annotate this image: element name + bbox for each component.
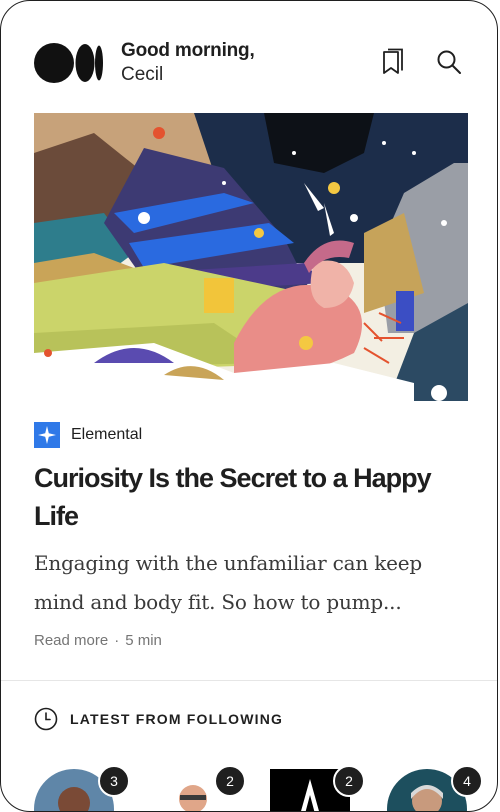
search-button[interactable] bbox=[434, 47, 464, 77]
header: Good morning, Cecil bbox=[34, 39, 468, 87]
medium-logo-icon[interactable] bbox=[34, 43, 104, 83]
phone-frame: Good morning, Cecil Elemental Curiosity … bbox=[0, 0, 498, 812]
article-hero-image[interactable] bbox=[34, 113, 468, 401]
following-avatars: 3 2 2 4 bbox=[1, 761, 497, 811]
search-icon bbox=[437, 50, 461, 74]
section-header: LATEST FROM FOLLOWING bbox=[34, 707, 283, 731]
following-avatar-4[interactable]: 4 bbox=[387, 765, 483, 811]
publication[interactable]: Elemental bbox=[34, 422, 142, 448]
section-label: LATEST FROM FOLLOWING bbox=[70, 711, 284, 727]
following-avatar-2[interactable]: 2 bbox=[153, 765, 246, 811]
read-more-link[interactable]: Read more bbox=[34, 632, 108, 649]
read-time: 5 min bbox=[125, 632, 162, 649]
elemental-logo-icon bbox=[34, 422, 60, 448]
meta-separator: · bbox=[114, 632, 120, 649]
article-title[interactable]: Curiosity Is the Secret to a Happy Life bbox=[34, 459, 454, 535]
unread-count-badge: 3 bbox=[98, 765, 130, 797]
greeting-line: Good morning, bbox=[121, 40, 255, 61]
unread-count-badge: 2 bbox=[214, 765, 246, 797]
article-meta: Read more · 5 min bbox=[34, 632, 162, 649]
greeting-name: Cecil bbox=[121, 64, 164, 85]
divider bbox=[1, 680, 497, 681]
bookmark-icon bbox=[383, 48, 403, 74]
following-publication-3[interactable]: 2 bbox=[270, 765, 365, 811]
following-avatar-1[interactable]: 3 bbox=[34, 765, 130, 811]
publication-name: Elemental bbox=[71, 426, 143, 443]
unread-count-badge: 2 bbox=[333, 765, 365, 797]
unread-count-badge: 4 bbox=[451, 765, 483, 797]
bookmarks-button[interactable] bbox=[378, 47, 408, 77]
clock-icon bbox=[34, 707, 58, 731]
article-snippet[interactable]: Engaging with the unfamiliar can keep mi… bbox=[34, 544, 474, 622]
greeting: Good morning, Cecil bbox=[121, 39, 255, 87]
